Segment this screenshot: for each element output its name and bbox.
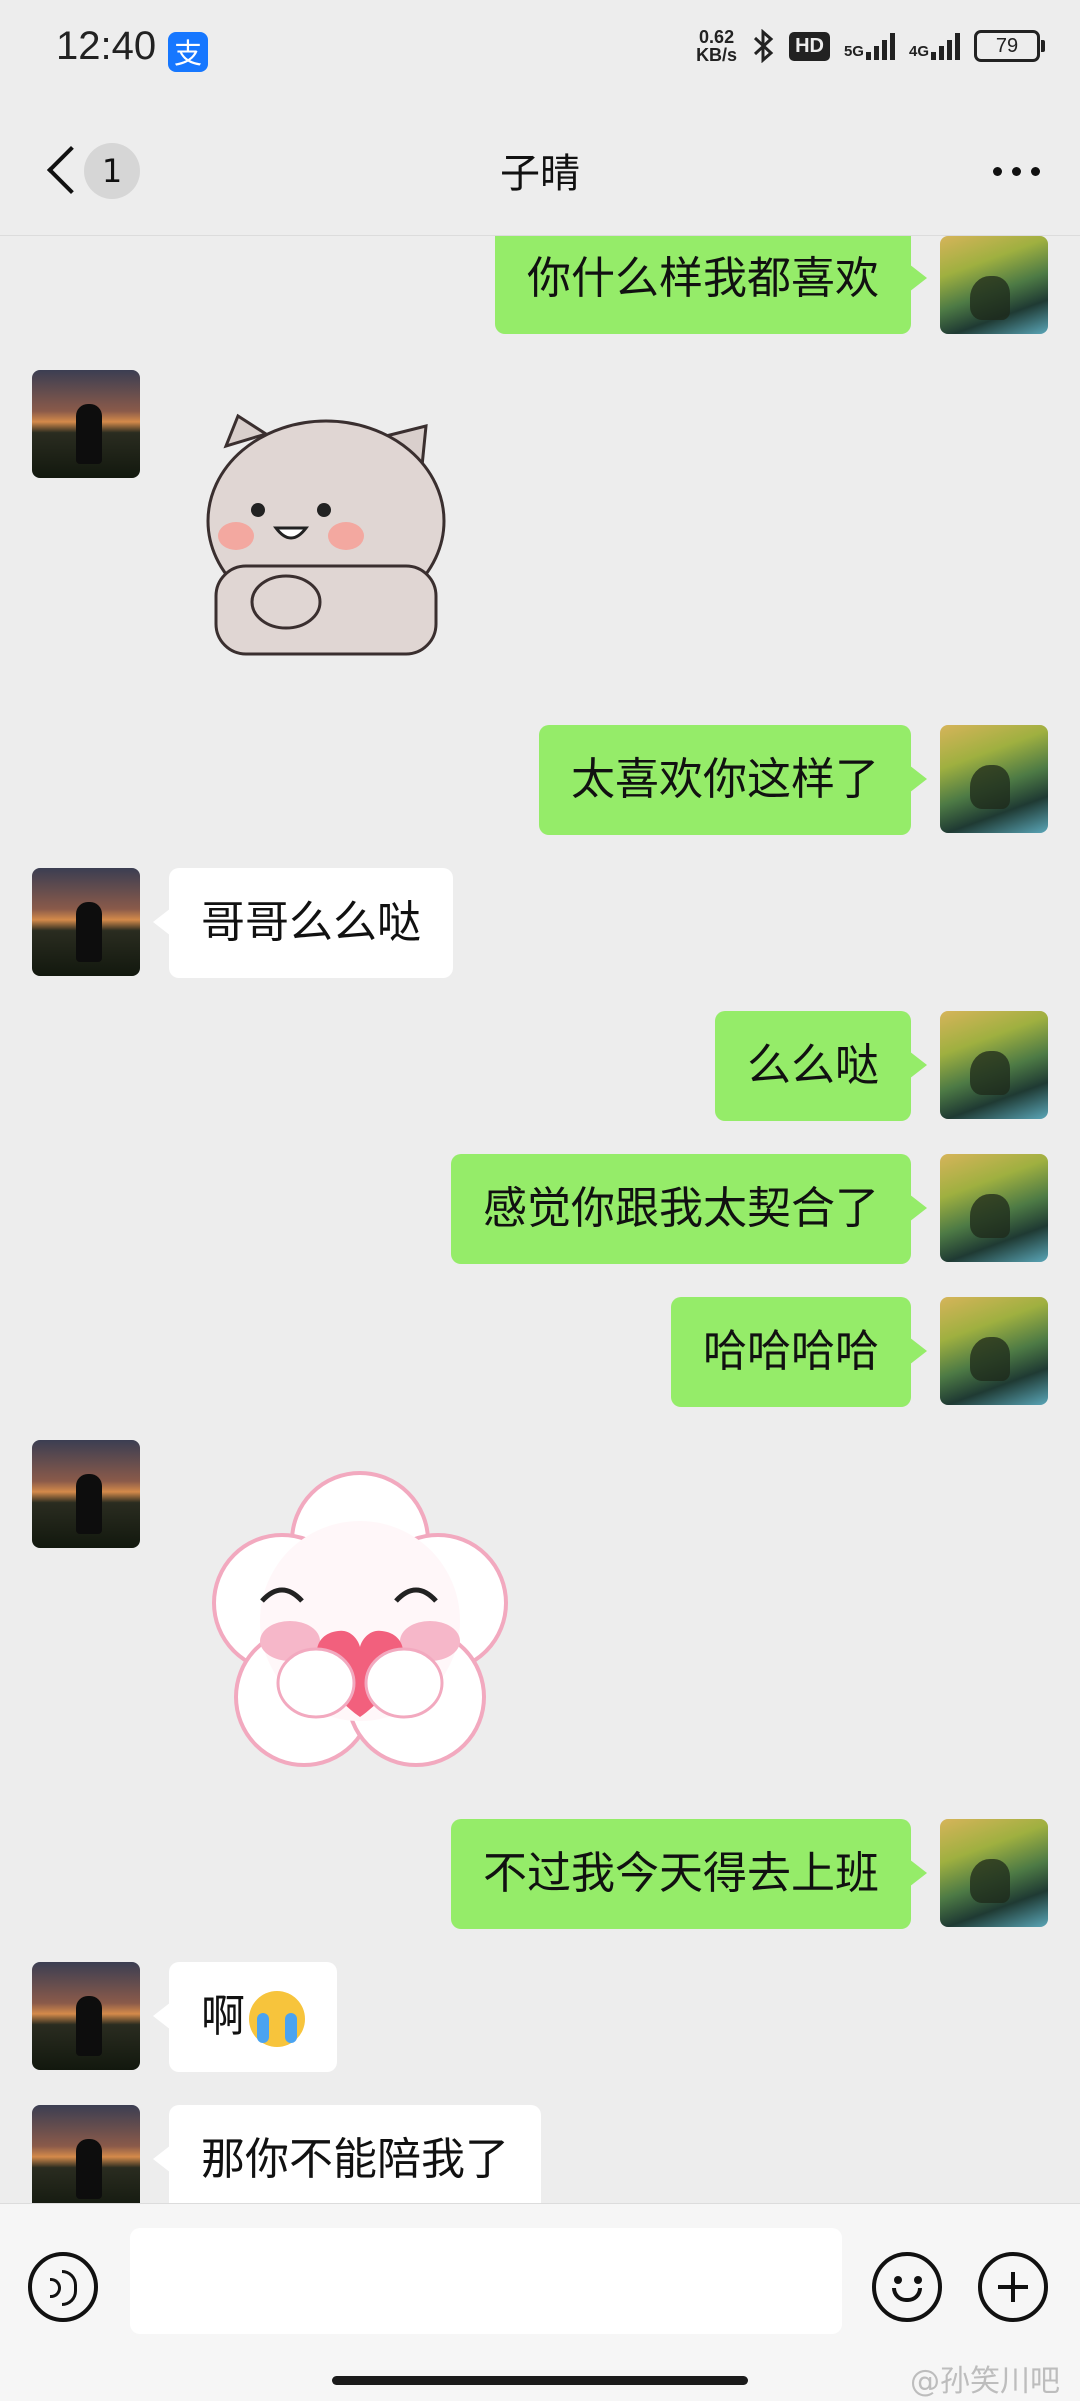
message-bubble-outgoing[interactable]: 不过我今天得去上班: [451, 1819, 927, 1929]
emoji-icon[interactable]: [872, 2252, 942, 2322]
battery-icon: 79: [974, 30, 1045, 62]
contact-avatar[interactable]: [32, 1440, 140, 1548]
message-bubble-incoming[interactable]: 那你不能陪我了: [153, 2105, 541, 2203]
signal-5g-label: 5G: [843, 43, 864, 60]
cat-sticker[interactable]: [186, 406, 466, 656]
contact-avatar[interactable]: [32, 1962, 140, 2070]
net-speed-value: 0.62: [699, 27, 735, 47]
message-text: 啊: [201, 1991, 245, 2042]
my-avatar[interactable]: [940, 1297, 1048, 1405]
signal-4g-label: 4G: [908, 43, 929, 60]
message-bubble-outgoing[interactable]: 你什么样我都喜欢: [495, 236, 927, 334]
chat-header: 1 子晴: [0, 105, 1080, 236]
message-bubble-outgoing[interactable]: 么么哒: [715, 1011, 927, 1121]
message-bubble-outgoing[interactable]: 感觉你跟我太契合了: [451, 1154, 927, 1264]
signal-4g-icon: 4G: [909, 32, 960, 60]
message-list[interactable]: 你什么样我都喜欢 太喜欢你这样了 哥哥么么哒 么么哒 感觉你跟我太契合了 哈哈哈…: [0, 236, 1080, 2203]
message-bubble-outgoing[interactable]: 太喜欢你这样了: [539, 725, 927, 835]
home-indicator[interactable]: [332, 2376, 748, 2385]
my-avatar[interactable]: [940, 1154, 1048, 1262]
contact-avatar[interactable]: [32, 370, 140, 478]
signal-5g-icon: 5G: [844, 32, 895, 60]
crying-face-icon: [249, 1991, 305, 2047]
chat-title: 子晴: [500, 151, 580, 197]
watermark: @孙笑川吧: [910, 2364, 1060, 2399]
input-bar: @孙笑川吧: [0, 2203, 1080, 2401]
message-bubble-incoming[interactable]: 啊: [153, 1962, 337, 2072]
message-input[interactable]: [130, 2228, 842, 2334]
message-bubble-incoming[interactable]: 哥哥么么哒: [153, 868, 453, 978]
status-icons: 0.62 KB/s HD 5G 4G 79: [696, 28, 1045, 64]
status-time: 12:40: [56, 24, 157, 68]
bluetooth-icon: [754, 29, 774, 63]
net-speed-unit: KB/s: [696, 45, 738, 65]
cat-sticker-icon: [206, 413, 446, 656]
contact-avatar[interactable]: [32, 868, 140, 976]
my-avatar[interactable]: [940, 236, 1048, 334]
alipay-icon: 支: [168, 32, 208, 72]
my-avatar[interactable]: [940, 725, 1048, 833]
more-icon[interactable]: [993, 167, 1040, 176]
contact-avatar[interactable]: [32, 2105, 140, 2203]
my-avatar[interactable]: [940, 1819, 1048, 1927]
my-avatar[interactable]: [940, 1011, 1048, 1119]
plus-icon[interactable]: [978, 2252, 1048, 2322]
hd-icon: HD: [789, 31, 830, 61]
voice-input-icon[interactable]: [28, 2252, 98, 2322]
flower-heart-sticker-icon: [212, 1471, 508, 1767]
flower-heart-sticker[interactable]: [200, 1471, 520, 1781]
message-bubble-outgoing[interactable]: 哈哈哈哈: [671, 1297, 927, 1407]
net-speed: 0.62 KB/s: [696, 28, 737, 64]
status-bar: 12:40 支 0.62 KB/s HD 5G 4G 79: [0, 0, 1080, 105]
